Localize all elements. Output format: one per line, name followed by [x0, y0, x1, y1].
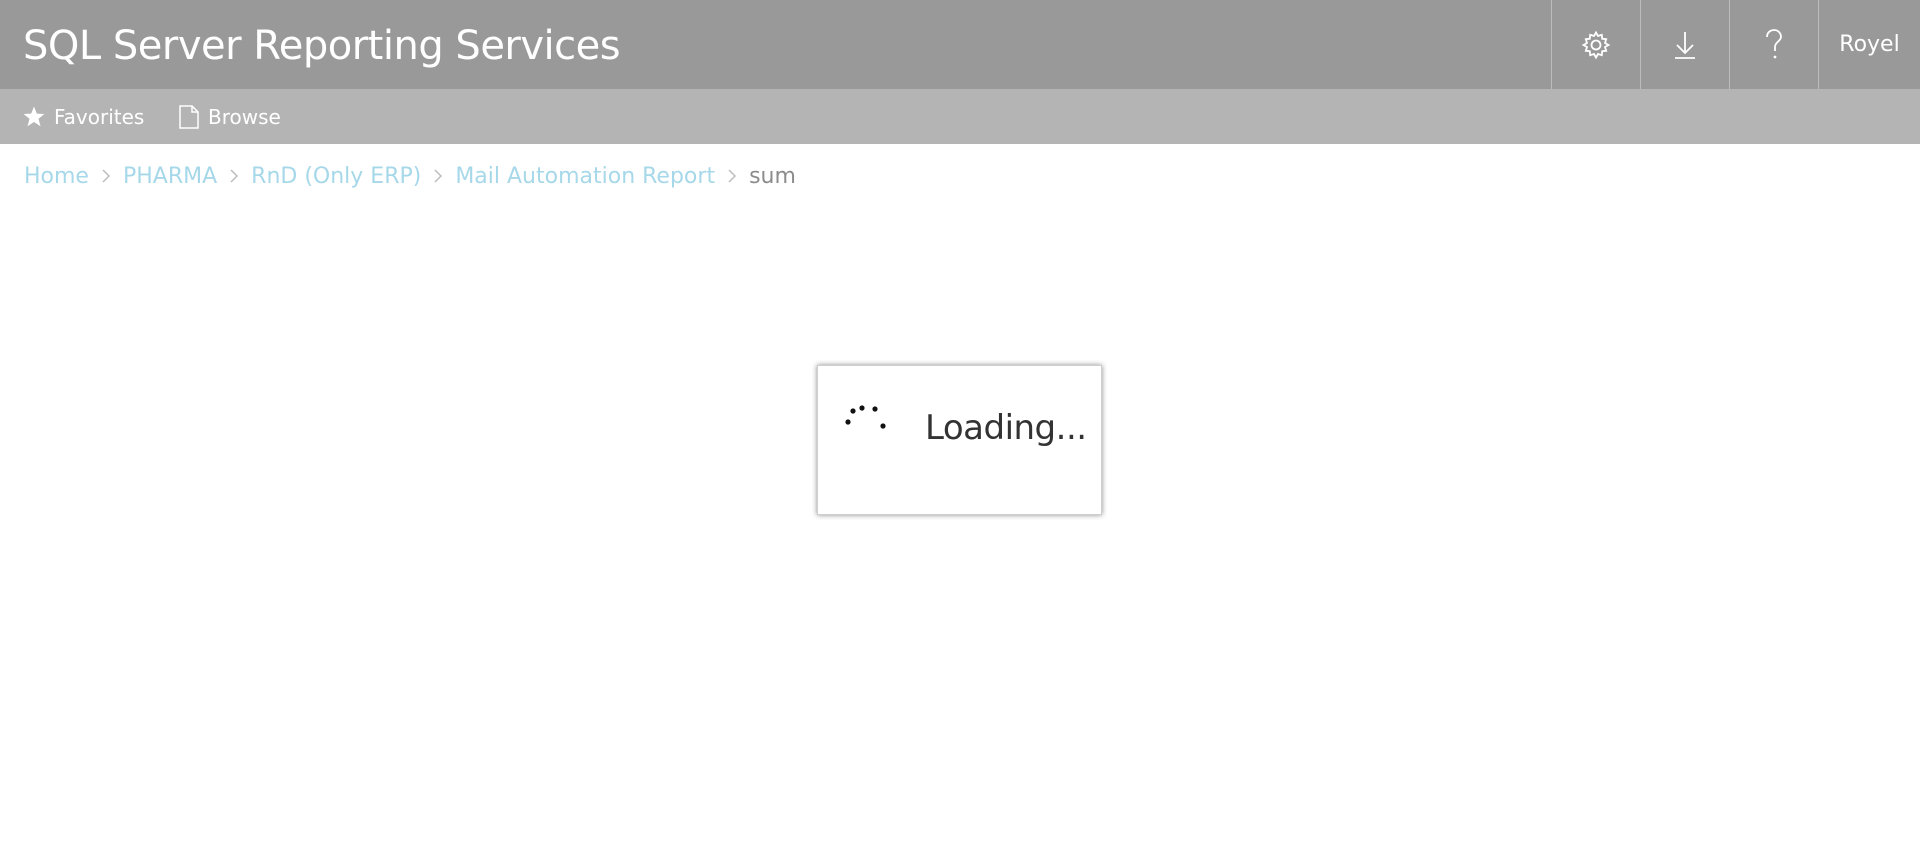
help-button[interactable]	[1729, 0, 1818, 89]
breadcrumb: Home PHARMA RnD (Only ERP) Mail Automati…	[24, 158, 796, 194]
nav-browse[interactable]: Browse	[178, 89, 281, 144]
chevron-right-icon	[432, 168, 444, 184]
document-icon	[178, 104, 200, 130]
breadcrumb-home[interactable]: Home	[24, 164, 89, 189]
settings-button[interactable]	[1551, 0, 1640, 89]
chevron-right-icon	[726, 168, 738, 184]
breadcrumb-pharma[interactable]: PHARMA	[123, 164, 217, 189]
nav-bar: Favorites Browse	[0, 89, 1920, 144]
nav-favorites[interactable]: Favorites	[22, 89, 144, 144]
download-button[interactable]	[1640, 0, 1729, 89]
help-icon	[1762, 28, 1786, 62]
nav-favorites-label: Favorites	[54, 104, 145, 129]
breadcrumb-rnd[interactable]: RnD (Only ERP)	[251, 164, 421, 189]
spinner-icon	[838, 404, 898, 454]
loading-text: Loading...	[925, 408, 1087, 448]
header-actions: Royel	[1551, 0, 1920, 89]
app-title[interactable]: SQL Server Reporting Services	[23, 0, 621, 89]
download-icon	[1671, 29, 1699, 61]
star-icon	[22, 105, 46, 129]
user-menu-button[interactable]: Royel	[1818, 0, 1920, 89]
top-header-bar: SQL Server Reporting Services Royel	[0, 0, 1920, 89]
chevron-right-icon	[228, 168, 240, 184]
breadcrumb-mail-automation-report[interactable]: Mail Automation Report	[455, 164, 715, 189]
gear-icon	[1580, 29, 1612, 61]
chevron-right-icon	[100, 168, 112, 184]
nav-browse-label: Browse	[208, 104, 281, 129]
loading-dialog: Loading...	[817, 365, 1102, 515]
breadcrumb-current: sum	[749, 163, 796, 189]
